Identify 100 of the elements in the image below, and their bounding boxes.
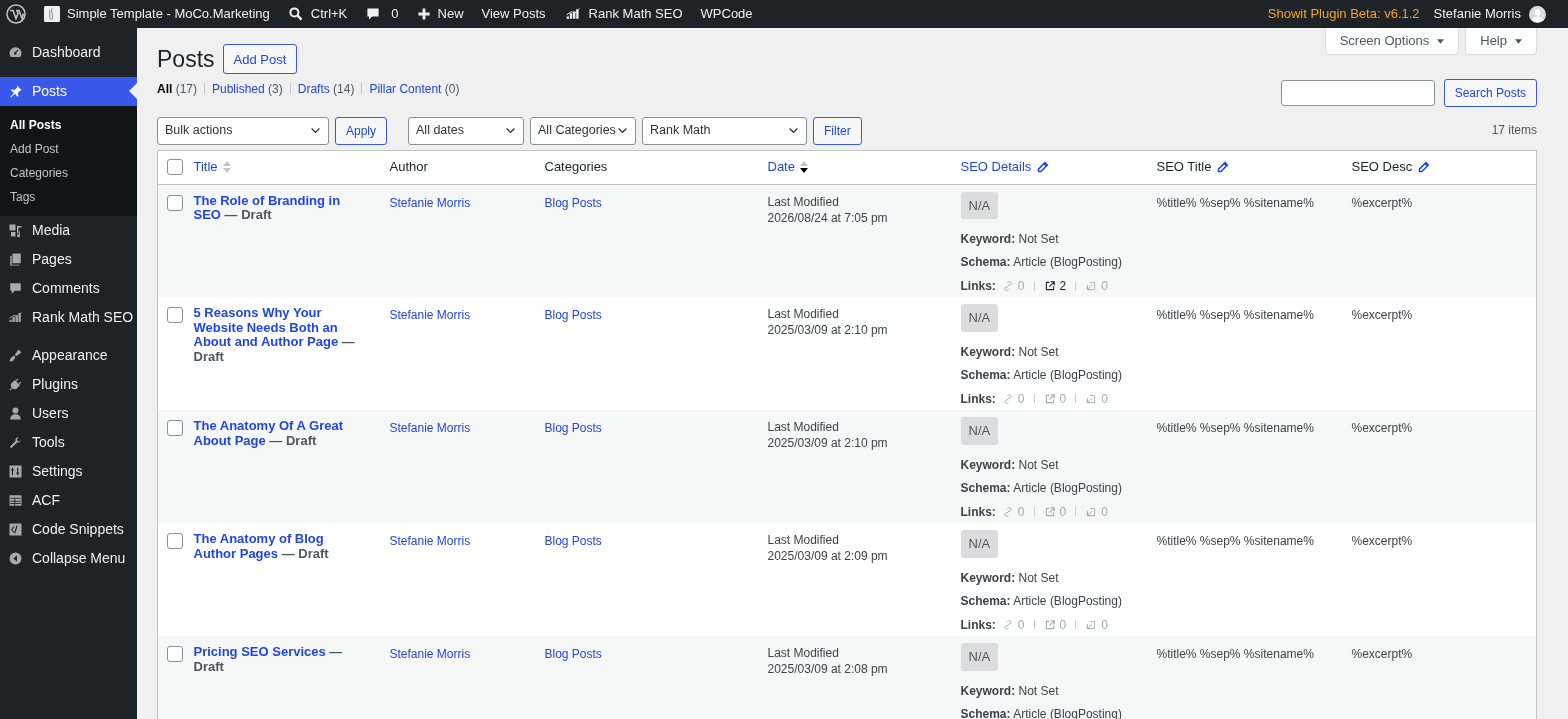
separator-icon <box>1075 620 1077 629</box>
screen-tab[interactable]: Help <box>1465 28 1537 55</box>
keyword-text: Keyword: Not Set <box>960 231 1060 248</box>
toolbar-link[interactable]: WPCode <box>700 4 753 24</box>
add-post-button[interactable]: Add Post <box>222 44 298 75</box>
menu-item[interactable]: Appearance <box>0 341 137 370</box>
category-filter-select[interactable]: All Categories <box>530 116 637 145</box>
chain-link-icon <box>1001 392 1014 405</box>
toolbar-link[interactable]: New <box>416 4 464 24</box>
author-link[interactable]: Stefanie Morris <box>389 308 471 322</box>
toolbar-link[interactable]: View Posts <box>481 4 546 24</box>
row-checkbox[interactable] <box>167 194 183 211</box>
seo-description-template: %excerpt% <box>1351 421 1413 435</box>
user-icon <box>8 406 23 421</box>
menu-item[interactable]: ACF <box>0 486 137 515</box>
seo-description-template: %excerpt% <box>1351 308 1413 322</box>
links-label: Links: <box>960 503 996 521</box>
toolbar-link[interactable]: Ctrl+K <box>287 4 348 24</box>
menu-item[interactable]: Collapse Menu <box>0 544 137 573</box>
schema-text: Schema: Article (BlogPosting) <box>960 592 1123 610</box>
menu-item[interactable]: Rank Math SEO <box>0 303 137 332</box>
apply-button[interactable]: Apply <box>335 116 388 145</box>
row-checkbox[interactable] <box>167 420 183 436</box>
menu-item[interactable]: Settings <box>0 457 137 486</box>
column-header[interactable]: SEO Details <box>960 157 1050 177</box>
submenu-item[interactable]: Tags <box>0 185 137 209</box>
chain-link-icon <box>1001 280 1014 292</box>
seo-title-template: %title% %sep% %sitename% <box>1156 647 1314 661</box>
post-title[interactable]: 5 Reasons Why Your Website Needs Both an About and Author Page — Draft <box>193 306 368 364</box>
post-title[interactable]: Pricing SEO Services — Draft <box>193 645 368 674</box>
status-filter-link[interactable]: Drafts (14) <box>297 79 355 98</box>
submenu-item[interactable]: Add Post <box>0 137 137 161</box>
author-link[interactable]: Stefanie Morris <box>389 195 471 210</box>
menu-item[interactable]: Code Snippets <box>0 515 137 544</box>
post-title[interactable]: The Anatomy Of A Great About Page — Draft <box>193 419 368 448</box>
post-date: 2025/03/09 at 2:10 pm <box>767 322 889 338</box>
link-count: 0 <box>1001 277 1025 295</box>
seo-title-template: %title% %sep% %sitename% <box>1156 308 1314 322</box>
category-link[interactable]: Blog Posts <box>544 308 602 322</box>
status-filter-link[interactable]: All (17) <box>157 79 197 98</box>
separator-icon <box>1075 281 1077 291</box>
menu-item[interactable]: Dashboard <box>0 38 137 67</box>
site-logo-icon <box>44 6 60 22</box>
link-count: 0 <box>1085 389 1108 408</box>
menu-item[interactable]: Plugins <box>0 370 137 399</box>
table-icon <box>8 493 23 508</box>
toolbar-link[interactable]: 0 <box>365 4 399 24</box>
filter-button[interactable]: Filter <box>813 116 862 145</box>
column-header[interactable]: Date <box>767 157 808 177</box>
user-account-link[interactable]: Stefanie Morris <box>1433 4 1546 24</box>
row-checkbox[interactable] <box>167 533 183 549</box>
category-link[interactable]: Blog Posts <box>544 534 602 548</box>
menu-item[interactable]: Media <box>0 216 137 245</box>
menu-item[interactable]: Comments <box>0 274 137 303</box>
rank-math-filter-select[interactable]: Rank Math <box>642 116 808 145</box>
seo-score-badge: N/A <box>960 643 999 671</box>
toolbar-link[interactable]: Simple Template - MoCo.Marketing <box>44 4 270 24</box>
toolbar-link[interactable]: Rank Math SEO <box>563 4 683 24</box>
menu-item[interactable]: Users <box>0 399 137 428</box>
author-link[interactable]: Stefanie Morris <box>389 647 471 661</box>
post-date: 2025/03/09 at 2:08 pm <box>767 661 889 677</box>
search-field[interactable] <box>1280 79 1435 106</box>
author-link[interactable]: Stefanie Morris <box>389 421 471 435</box>
speech-bubble-icon <box>365 6 382 22</box>
submenu-item[interactable]: Categories <box>0 161 137 185</box>
date-label: Last Modified <box>767 419 840 435</box>
column-header: Categories <box>544 158 608 177</box>
column-header[interactable]: Title <box>193 157 231 177</box>
menu-item[interactable]: Posts <box>0 77 137 106</box>
submenu-item[interactable]: All Posts <box>0 113 137 137</box>
screen-tab[interactable]: Screen Options <box>1324 28 1460 55</box>
row-checkbox[interactable] <box>167 646 183 662</box>
external-link-icon <box>1043 505 1056 518</box>
link-count: 0 <box>1085 615 1108 634</box>
menu-item[interactable]: Pages <box>0 245 137 274</box>
incoming-link-icon <box>1085 618 1098 631</box>
category-link[interactable]: Blog Posts <box>544 421 602 435</box>
row-checkbox[interactable] <box>167 307 183 323</box>
separator-icon <box>1033 394 1035 403</box>
select-all-checkbox[interactable] <box>167 159 183 175</box>
bulk-actions-select[interactable]: Bulk actions <box>157 116 329 145</box>
category-link[interactable]: Blog Posts <box>544 647 602 661</box>
seo-score-badge: N/A <box>960 417 999 445</box>
separator-icon <box>1033 620 1035 629</box>
post-title[interactable]: The Role of Branding in SEO — Draft <box>193 193 368 223</box>
toolbar-logo[interactable] <box>6 4 26 24</box>
seo-description-template: %excerpt% <box>1351 195 1413 210</box>
column-header[interactable]: SEO Desc <box>1351 157 1431 177</box>
status-filter-link[interactable]: Pillar Content (0) <box>369 79 460 98</box>
status-filter-link[interactable]: Published (3) <box>212 79 283 98</box>
search-posts-button[interactable]: Search Posts <box>1443 78 1537 107</box>
post-title[interactable]: The Anatomy of Blog Author Pages — Draft <box>193 532 368 561</box>
menu-item[interactable]: Tools <box>0 428 137 457</box>
post-date: 2025/03/09 at 2:09 pm <box>767 548 889 564</box>
date-filter-select[interactable]: All dates <box>408 116 525 145</box>
column-header[interactable]: SEO Title <box>1156 157 1230 177</box>
category-link[interactable]: Blog Posts <box>544 195 602 210</box>
chain-link-icon <box>1001 618 1014 631</box>
external-link-icon <box>1043 618 1056 631</box>
author-link[interactable]: Stefanie Morris <box>389 534 471 548</box>
